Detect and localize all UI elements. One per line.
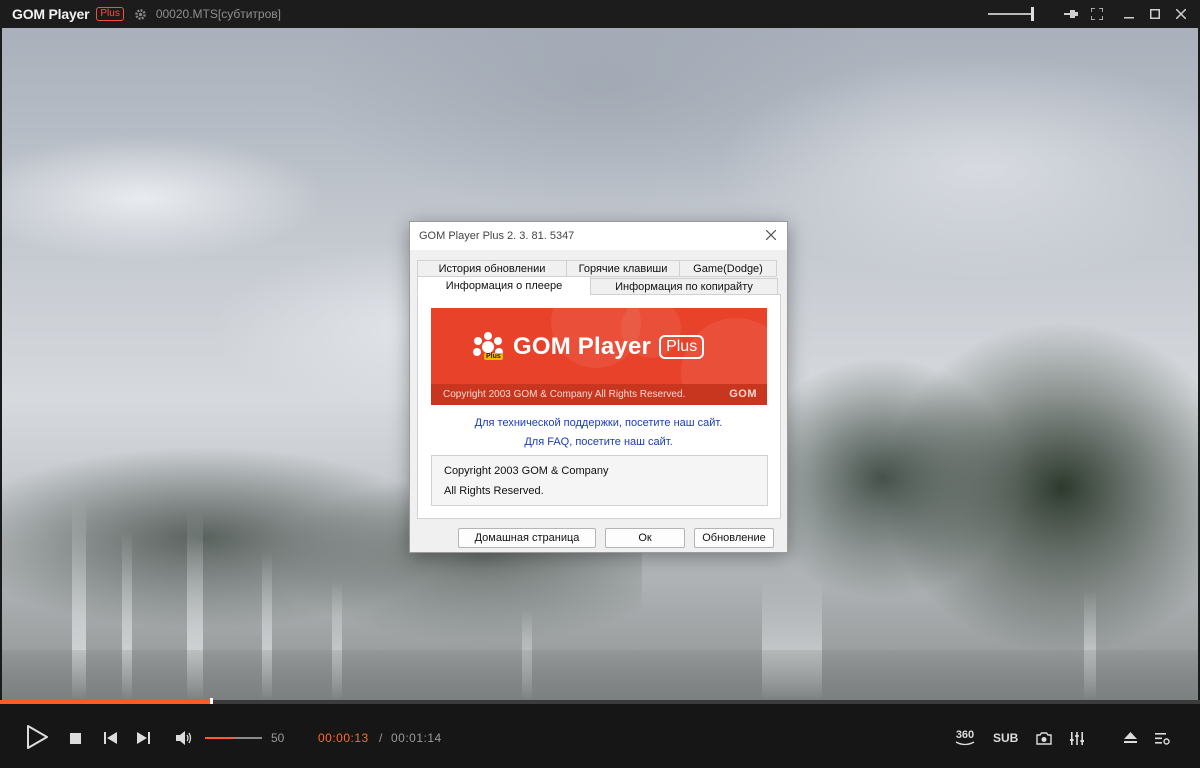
maximize-icon[interactable] xyxy=(1142,0,1168,28)
volume-icon[interactable] xyxy=(175,730,195,746)
gom-logo-icon: Plus xyxy=(473,332,503,362)
equalizer-icon[interactable] xyxy=(1068,730,1086,746)
playlist-icon[interactable] xyxy=(1153,730,1171,746)
volume-slider[interactable] xyxy=(205,737,262,739)
plus-badge: Plus xyxy=(96,7,124,21)
vr-360-label: 360 xyxy=(955,728,975,741)
banner-footer: Copyright 2003 GOM & Company All Rights … xyxy=(431,384,767,405)
fullscreen-icon[interactable] xyxy=(1084,0,1110,28)
tab-hotkeys[interactable]: Горячие клавиши xyxy=(566,260,680,277)
vr-360-button[interactable]: 360 xyxy=(952,726,978,748)
minimize-icon[interactable] xyxy=(1116,0,1142,28)
subtitle-button[interactable]: SUB xyxy=(993,731,1018,745)
tab-label: Горячие клавиши xyxy=(578,262,668,275)
banner-plus-badge: Plus xyxy=(659,335,705,359)
gear-icon[interactable] xyxy=(134,7,148,21)
banner-gom-logo: GOM xyxy=(729,388,757,400)
time-separator: / xyxy=(379,731,383,745)
title-bar[interactable]: GOM Player Plus 00020.MTS[субтитров] xyxy=(0,0,1200,28)
banner-copyright: Copyright 2003 GOM & Company All Rights … xyxy=(443,389,686,400)
home-page-button[interactable]: Домашная страница xyxy=(458,528,596,548)
support-link[interactable]: Для технической поддержки, посетите наш … xyxy=(410,417,787,429)
ok-button[interactable]: Ок xyxy=(605,528,685,548)
pin-icon[interactable] xyxy=(1058,0,1084,28)
volume-value: 50 xyxy=(271,731,285,745)
tab-label: История обновлении xyxy=(438,262,546,275)
control-bar: 50 00:00:13 / 00:01:14 360 SUB xyxy=(0,704,1200,768)
app-logo[interactable]: GOM Player Plus xyxy=(12,6,124,22)
video-scenery xyxy=(2,650,1198,700)
tab-copyright-info[interactable]: Информация по копирайту xyxy=(590,278,778,295)
tab-label: Game(Dodge) xyxy=(693,262,763,275)
copyright-info-box: Copyright 2003 GOM & Company All Rights … xyxy=(431,455,768,506)
dialog-close-icon[interactable] xyxy=(763,227,779,243)
current-time[interactable]: 00:00:13 xyxy=(318,731,369,745)
previous-icon[interactable] xyxy=(102,731,118,745)
next-icon[interactable] xyxy=(135,731,151,745)
play-icon[interactable] xyxy=(24,724,50,750)
dialog-title-bar[interactable]: GOM Player Plus 2. 3. 81. 5347 xyxy=(410,222,787,250)
update-button[interactable]: Обновление xyxy=(694,528,774,548)
window-controls xyxy=(988,0,1200,28)
info-line-1: Copyright 2003 GOM & Company xyxy=(444,465,609,477)
camera-icon[interactable] xyxy=(1035,730,1053,746)
tab-game-dodge[interactable]: Game(Dodge) xyxy=(679,260,777,277)
tab-label: Информация о плеере xyxy=(445,279,563,292)
info-line-2: All Rights Reserved. xyxy=(444,485,544,497)
logo-plus-badge: Plus xyxy=(484,353,503,360)
video-scenery xyxy=(762,308,1198,700)
app-name: GOM Player xyxy=(12,6,90,22)
volume-slider-fill xyxy=(205,737,234,739)
tab-update-history[interactable]: История обновлении xyxy=(417,260,567,277)
gom-player-window: GOM Player Plus 00020.MTS[субтитров] GOM… xyxy=(0,0,1200,768)
opacity-slider[interactable] xyxy=(988,7,1034,21)
tab-label: Информация по копирайту xyxy=(615,280,753,293)
total-time[interactable]: 00:01:14 xyxy=(391,731,442,745)
tab-player-info[interactable]: Информация о плеере xyxy=(417,276,591,295)
stop-icon[interactable] xyxy=(68,731,82,745)
dialog-title: GOM Player Plus 2. 3. 81. 5347 xyxy=(419,230,575,242)
banner-brand-name: GOM Player xyxy=(513,333,652,360)
gom-banner: Plus GOM Player Plus Copyright 2003 GOM … xyxy=(431,308,767,405)
faq-link[interactable]: Для FAQ, посетите наш сайт. xyxy=(410,436,787,448)
banner-brand: Plus GOM Player Plus xyxy=(473,332,705,362)
about-dialog: GOM Player Plus 2. 3. 81. 5347 История о… xyxy=(409,221,788,553)
close-icon[interactable] xyxy=(1168,0,1194,28)
eject-icon[interactable] xyxy=(1122,730,1138,746)
file-title: 00020.MTS[субтитров] xyxy=(155,7,281,21)
